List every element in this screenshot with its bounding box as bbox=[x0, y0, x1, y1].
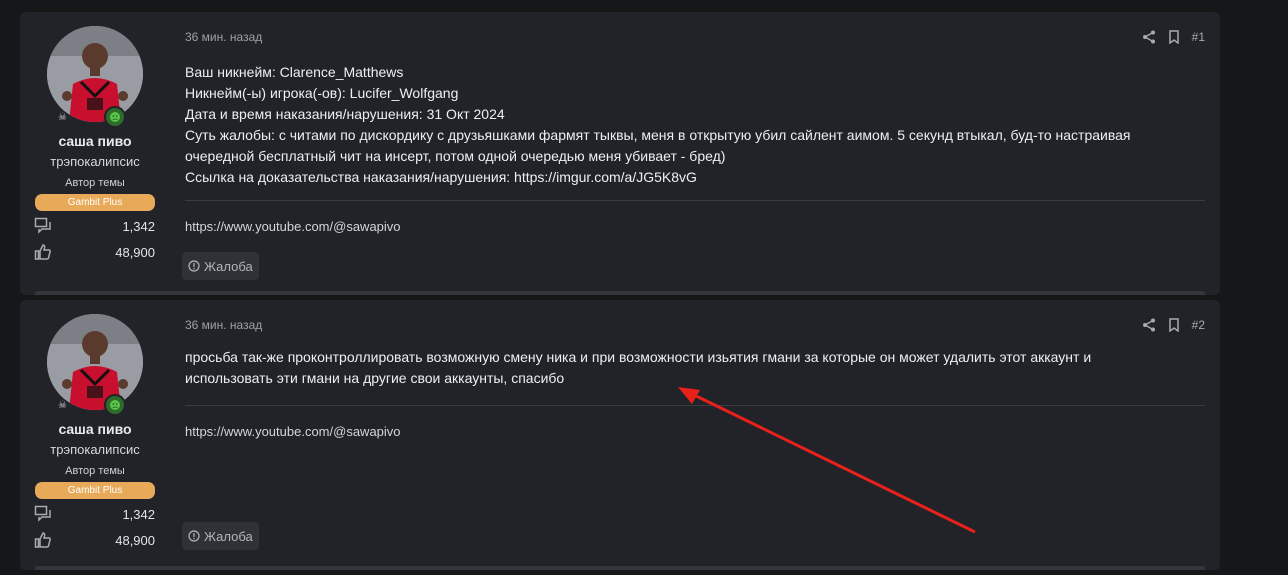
user-badge: Gambit Plus bbox=[35, 194, 155, 211]
post-actions: #1 bbox=[1142, 30, 1205, 44]
report-icon bbox=[188, 530, 200, 542]
user-title: трэпокалипсис bbox=[50, 154, 140, 169]
status-icon bbox=[104, 106, 126, 128]
messages-icon bbox=[34, 217, 52, 235]
post-time[interactable]: 36 мин. назад bbox=[185, 318, 262, 332]
messages-icon bbox=[34, 505, 52, 523]
avatar[interactable] bbox=[47, 26, 143, 122]
thumbs-up-icon bbox=[34, 531, 52, 549]
message-line: просьба так-же проконтроллировать возмож… bbox=[185, 349, 1092, 365]
username[interactable]: саша пиво bbox=[20, 421, 170, 437]
message-line: Дата и время наказания/нарушения: 31 Окт… bbox=[185, 106, 505, 122]
user-title: трэпокалипсис bbox=[50, 442, 140, 457]
bookmark-icon[interactable] bbox=[1168, 318, 1180, 332]
user-badge: Gambit Plus bbox=[35, 482, 155, 499]
message-line: использовать эти гмани на другие свои ак… bbox=[185, 370, 565, 386]
post-message: Ваш никнейм: Clarence_Matthews Никнейм(-… bbox=[185, 62, 1195, 188]
report-icon bbox=[188, 260, 200, 272]
post-divider bbox=[35, 291, 1205, 295]
report-button[interactable]: Жалоба bbox=[182, 522, 259, 550]
reactions-stat: 48,900 bbox=[34, 242, 155, 262]
reactions-count: 48,900 bbox=[115, 532, 155, 548]
post: ☠ саша пиво трэпокалипсис Автор темы Gam… bbox=[20, 300, 1220, 570]
share-icon[interactable] bbox=[1142, 318, 1156, 332]
messages-count: 1,342 bbox=[122, 218, 155, 234]
post: ☠ саша пиво трэпокалипсис Автор темы Gam… bbox=[20, 12, 1220, 295]
author-label: Автор темы bbox=[65, 465, 125, 477]
share-icon[interactable] bbox=[1142, 30, 1156, 44]
message-line: очередной бесплатный чит на инсерт, пото… bbox=[185, 148, 726, 164]
report-label: Жалоба bbox=[204, 258, 253, 274]
post-time[interactable]: 36 мин. назад bbox=[185, 30, 262, 44]
post-content: 36 мин. назад #2 просьба так-же проконтр… bbox=[182, 300, 1205, 570]
post-actions: #2 bbox=[1142, 318, 1205, 332]
author-label: Автор темы bbox=[65, 177, 125, 189]
message-line: Никнейм(-ы) игрока(-ов): Lucifer_Wolfgan… bbox=[185, 85, 459, 101]
signature-divider bbox=[185, 405, 1205, 406]
message-line: Ссылка на доказательства наказания/наруш… bbox=[185, 169, 697, 185]
report-button[interactable]: Жалоба bbox=[182, 252, 259, 280]
message-line: Ваш никнейм: Clarence_Matthews bbox=[185, 64, 404, 80]
post-content: 36 мин. назад #1 Ваш никнейм: Clarence_M… bbox=[182, 12, 1205, 295]
post-divider bbox=[35, 566, 1205, 570]
signature-link[interactable]: https://www.youtube.com/@sawapivo bbox=[185, 424, 401, 439]
message-line: Суть жалобы: с читами по дискордику с др… bbox=[185, 127, 1131, 143]
post-number[interactable]: #1 bbox=[1192, 30, 1205, 44]
skull-icon: ☠ bbox=[58, 112, 67, 123]
reactions-stat: 48,900 bbox=[34, 530, 155, 550]
username[interactable]: саша пиво bbox=[20, 133, 170, 149]
messages-stat: 1,342 bbox=[34, 216, 155, 236]
reactions-count: 48,900 bbox=[115, 244, 155, 260]
avatar[interactable] bbox=[47, 314, 143, 410]
signature-divider bbox=[185, 200, 1205, 201]
thumbs-up-icon bbox=[34, 243, 52, 261]
post-number[interactable]: #2 bbox=[1192, 318, 1205, 332]
report-label: Жалоба bbox=[204, 528, 253, 544]
messages-count: 1,342 bbox=[122, 506, 155, 522]
messages-stat: 1,342 bbox=[34, 504, 155, 524]
bookmark-icon[interactable] bbox=[1168, 30, 1180, 44]
signature-link[interactable]: https://www.youtube.com/@sawapivo bbox=[185, 219, 401, 234]
thread-posts: ☠ саша пиво трэпокалипсис Автор темы Gam… bbox=[20, 12, 1220, 575]
status-icon bbox=[104, 394, 126, 416]
skull-icon: ☠ bbox=[58, 400, 67, 411]
post-message: просьба так-же проконтроллировать возмож… bbox=[185, 347, 1195, 389]
